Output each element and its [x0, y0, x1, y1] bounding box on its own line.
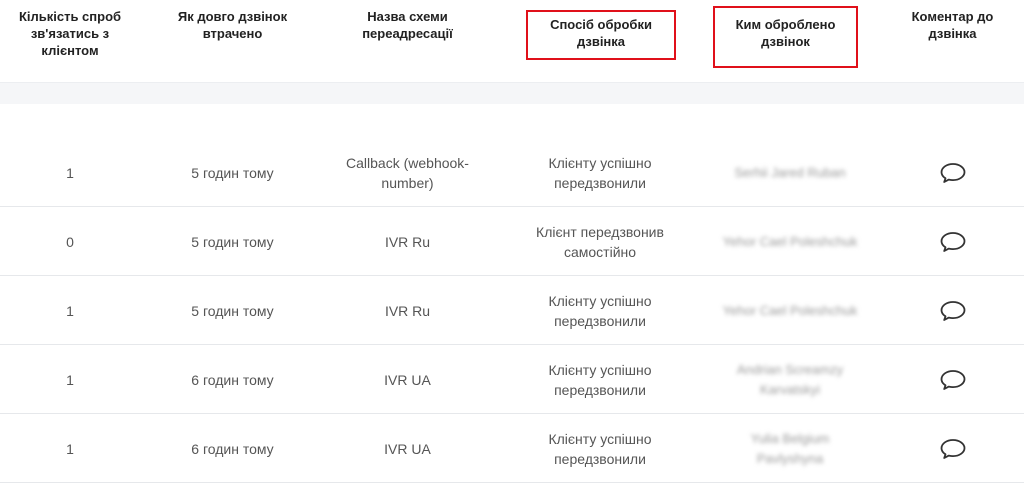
- missed-ago-value: 6 годин тому: [191, 440, 274, 457]
- cell-method: Клієнту успішно передзвонили: [515, 345, 685, 414]
- table-header: Кількість спроб зв'язатись з клієнтом Як…: [0, 0, 1024, 82]
- speech-bubble-icon[interactable]: [939, 438, 967, 460]
- highlight-box: Ким оброблено дзвінок: [713, 6, 858, 68]
- scheme-value: IVR UA: [384, 440, 431, 457]
- handled-by-value: Yehor Cael Poleshchuk: [722, 233, 858, 249]
- table-row: 1 6 годин тому IVR UA Клієнту успішно перед…: [0, 414, 1024, 483]
- attempts-value: 1: [66, 302, 74, 319]
- table-row: 1 5 годин тому IVR Ru Клієнту успішно перед…: [0, 276, 1024, 345]
- method-value: Клієнту успішно передзвонили: [548, 430, 652, 467]
- method-value: Клієнту успішно передзвонили: [548, 361, 652, 398]
- cell-comment: [885, 276, 1020, 345]
- cell-attempts: 1: [0, 138, 140, 207]
- attempts-value: 1: [66, 440, 74, 457]
- scheme-value: IVR Ru: [384, 233, 431, 250]
- column-header-label: Кількість спроб зв'язатись з клієнтом: [18, 9, 122, 58]
- cell-scheme: IVR Ru: [325, 207, 490, 276]
- speech-bubble-icon[interactable]: [939, 162, 967, 184]
- cell-scheme: IVR UA: [325, 345, 490, 414]
- column-header-method: Спосіб обробки дзвінка: [526, 10, 676, 60]
- handled-by-value: Yulia Belgium Pavlyshyna: [750, 430, 830, 466]
- cell-attempts: 1: [0, 276, 140, 345]
- column-header-label: Ким оброблено дзвінок: [735, 17, 836, 49]
- missed-ago-value: 6 годин тому: [191, 371, 274, 388]
- cell-missed-ago: 5 годин тому: [150, 207, 315, 276]
- column-header-attempts: Кількість спроб зв'язатись з клієнтом: [0, 0, 140, 82]
- scheme-value: IVR UA: [384, 371, 431, 388]
- cell-comment: [885, 138, 1020, 207]
- method-value: Клієнту успішно передзвонили: [548, 292, 652, 329]
- highlight-box: Спосіб обробки дзвінка: [526, 10, 676, 60]
- cell-comment: [885, 414, 1020, 483]
- table-row: 0 5 годин тому IVR Ru Клієнт передзвонив са…: [0, 207, 1024, 276]
- column-header-label: Коментар до дзвінка: [911, 9, 994, 41]
- cell-handled-by: Yehor Cael Poleshchuk: [705, 207, 875, 276]
- table-row: 1 6 годин тому IVR UA Клієнту успішно перед…: [0, 345, 1024, 414]
- table-row: 1 5 годин тому Callback (webhook-number) Кл…: [0, 138, 1024, 207]
- cell-method: Клієнт передзвонив самостійно: [515, 207, 685, 276]
- method-value: Клієнту успішно передзвонили: [548, 154, 652, 191]
- cell-method: Клієнту успішно передзвонили: [515, 276, 685, 345]
- handled-by-value: Andrian Screamzy Karvatskyi: [736, 361, 844, 397]
- scheme-value: Callback (webhook-number): [346, 154, 469, 191]
- cell-missed-ago: 5 годин тому: [150, 138, 315, 207]
- cell-missed-ago: 6 годин тому: [150, 414, 315, 483]
- attempts-value: 0: [66, 233, 74, 250]
- cell-method: Клієнту успішно передзвонили: [515, 414, 685, 483]
- speech-bubble-icon[interactable]: [939, 369, 967, 391]
- column-header-label: Назва схеми переадресації: [362, 9, 453, 41]
- cell-method: Клієнту успішно передзвонили: [515, 138, 685, 207]
- cell-scheme: Callback (webhook-number): [325, 138, 490, 207]
- handled-by-value: Yehor Cael Poleshchuk: [722, 302, 858, 318]
- cell-handled-by: Yehor Cael Poleshchuk: [705, 276, 875, 345]
- column-header-scheme: Назва схеми переадресації: [325, 0, 490, 82]
- cell-scheme: IVR Ru: [325, 276, 490, 345]
- cell-comment: [885, 207, 1020, 276]
- missed-ago-value: 5 годин тому: [191, 233, 274, 250]
- attempts-value: 1: [66, 371, 74, 388]
- cell-comment: [885, 345, 1020, 414]
- header-separator-band: [0, 82, 1024, 106]
- cell-missed-ago: 6 годин тому: [150, 345, 315, 414]
- speech-bubble-icon[interactable]: [939, 231, 967, 253]
- cell-handled-by: Serhii Jared Ruban: [705, 138, 875, 207]
- missed-calls-table: Кількість спроб зв'язатись з клієнтом Як…: [0, 0, 1024, 139]
- cell-handled-by: Andrian Screamzy Karvatskyi: [705, 345, 875, 414]
- column-header-handled-by: Ким оброблено дзвінок: [713, 6, 858, 68]
- method-value: Клієнт передзвонив самостійно: [536, 223, 664, 260]
- cell-attempts: 1: [0, 345, 140, 414]
- handled-by-value: Serhii Jared Ruban: [734, 164, 846, 180]
- attempts-value: 1: [66, 164, 74, 181]
- missed-ago-value: 5 годин тому: [191, 164, 274, 181]
- cell-attempts: 0: [0, 207, 140, 276]
- filter-row: [0, 104, 1024, 139]
- speech-bubble-icon[interactable]: [939, 300, 967, 322]
- column-header-missed-ago: Як довго дзвінок втрачено: [150, 0, 315, 82]
- cell-missed-ago: 5 годин тому: [150, 276, 315, 345]
- cell-handled-by: Yulia Belgium Pavlyshyna: [705, 414, 875, 483]
- column-header-comment: Коментар до дзвінка: [885, 0, 1020, 82]
- cell-scheme: IVR UA: [325, 414, 490, 483]
- cell-attempts: 1: [0, 414, 140, 483]
- column-header-label: Як довго дзвінок втрачено: [177, 9, 288, 41]
- table-body: 1 5 годин тому Callback (webhook-number) Кл…: [0, 138, 1024, 483]
- column-header-label: Спосіб обробки дзвінка: [550, 17, 652, 49]
- missed-ago-value: 5 годин тому: [191, 302, 274, 319]
- scheme-value: IVR Ru: [384, 302, 431, 319]
